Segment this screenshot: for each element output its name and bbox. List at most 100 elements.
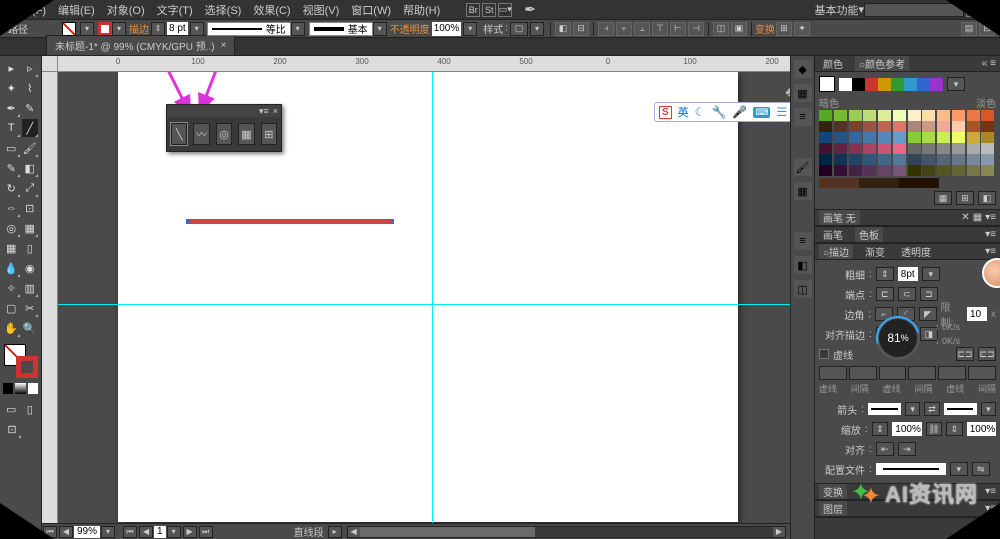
brush-preview[interactable]: 基本	[309, 22, 373, 36]
free-transform-tool[interactable]: ⊡	[22, 199, 39, 217]
style-dd[interactable]: ▾	[530, 22, 544, 36]
color-swatch[interactable]	[922, 165, 935, 176]
rectangle-tool[interactable]: ▭	[3, 139, 20, 157]
color-swatch[interactable]	[922, 110, 935, 121]
eraser-tool[interactable]: ◧	[22, 159, 39, 177]
guide-horizontal[interactable]	[58, 304, 790, 305]
canvas[interactable]: ▾≡× ╲ 〰 ◎ ▦ ⊞ S 英 ☾ 🔧	[58, 72, 790, 523]
color-mode-solid[interactable]	[3, 383, 13, 394]
color-swatch[interactable]	[917, 78, 930, 91]
color-swatch[interactable]	[863, 121, 876, 132]
color-swatch[interactable]	[834, 132, 847, 143]
vertical-ruler[interactable]	[42, 72, 58, 523]
screen-mode-menu[interactable]: ⊡	[3, 420, 21, 438]
arrow-swap[interactable]: ⇄	[924, 402, 939, 416]
color-swatch[interactable]	[863, 132, 876, 143]
opacity-field[interactable]: 100%	[432, 22, 462, 36]
menu-window[interactable]: 窗口(W)	[345, 2, 397, 18]
color-swatch[interactable]	[908, 132, 921, 143]
brush-slot-2[interactable]: 〰	[193, 123, 209, 145]
artboard-prev[interactable]: ◀	[139, 526, 153, 538]
color-swatch[interactable]	[834, 154, 847, 165]
scale2-field[interactable]: 100%	[967, 422, 996, 436]
artboard-field[interactable]: 1	[154, 526, 166, 538]
zoom-dd[interactable]: ▾	[101, 526, 115, 538]
zoom-indicator[interactable]: 81%	[876, 316, 920, 360]
color-swatch[interactable]	[849, 165, 862, 176]
ime-keyboard-icon[interactable]: ⌨	[753, 107, 770, 118]
color-swatch[interactable]	[878, 78, 891, 91]
align-btn-2[interactable]: ⊟	[573, 22, 589, 36]
h-scrollbar[interactable]: ◀ ▶	[347, 526, 786, 538]
align-btn-6[interactable]: ⊤	[652, 22, 668, 36]
ime-mic-icon[interactable]: 🎤	[732, 105, 747, 119]
panel-menu-icon[interactable]: ▾≡	[259, 106, 269, 117]
rotate-tool[interactable]: ↻	[3, 179, 20, 197]
scroll-thumb[interactable]	[360, 527, 535, 537]
color-swatch[interactable]	[819, 132, 832, 143]
color-swatch[interactable]	[834, 143, 847, 154]
shape-btn-1[interactable]: ◫	[713, 22, 729, 36]
color-swatch[interactable]	[908, 143, 921, 154]
workspace-switcher[interactable]: 基本功能	[814, 2, 858, 18]
panel-close-icon[interactable]: ×	[273, 106, 278, 116]
prev-btn[interactable]: ◀	[59, 526, 73, 538]
color-swatch[interactable]	[904, 78, 917, 91]
ime-toolbar[interactable]: S 英 ☾ 🔧 🎤 ⌨ ☰ 👕 🔧	[654, 102, 790, 122]
sw-menu[interactable]: ▾≡	[985, 229, 996, 240]
ime-wrench-icon[interactable]: 🔧	[711, 105, 726, 119]
color-swatch[interactable]	[834, 121, 847, 132]
screen-mode-1[interactable]: ▭	[3, 400, 20, 418]
color-swatch[interactable]	[878, 165, 891, 176]
panel-menu-icon[interactable]: ≡	[990, 58, 996, 69]
direct-select-tool[interactable]: ▹	[22, 59, 39, 77]
color-swatch[interactable]	[952, 165, 965, 176]
zoom-field[interactable]: 99%	[74, 526, 100, 538]
mesh-tool[interactable]: ▦	[3, 239, 20, 257]
curvature-tool[interactable]: ✎	[22, 99, 39, 117]
horizontal-ruler[interactable]: 0 100 200 300 400 500 0 100 200	[58, 56, 790, 72]
stock-button[interactable]: St	[482, 3, 496, 17]
scroll-left-icon[interactable]: ◀	[348, 527, 360, 537]
brush-slot-4[interactable]: ▦	[238, 123, 254, 145]
color-swatch[interactable]	[893, 121, 906, 132]
color-swatch[interactable]	[834, 165, 847, 176]
dash-mode-2[interactable]: ⊏⊐	[978, 347, 996, 361]
brush-slot-5[interactable]: ⊞	[261, 123, 277, 145]
color-mode-none[interactable]	[28, 383, 38, 394]
stroke-tab[interactable]: ○描边	[819, 244, 853, 259]
color-swatch[interactable]	[899, 178, 939, 188]
color-swatch[interactable]	[834, 110, 847, 121]
corner-bevel[interactable]: ◤	[919, 307, 937, 321]
profile-dd[interactable]: ▾	[291, 22, 305, 36]
miter-field[interactable]: 10	[967, 307, 987, 321]
guide-vertical[interactable]	[432, 72, 433, 523]
bridge-button[interactable]: Br	[466, 3, 480, 17]
shaper-tool[interactable]: ✎	[3, 159, 20, 177]
menu-effect[interactable]: 效果(C)	[247, 2, 296, 18]
color-swatch[interactable]	[937, 132, 950, 143]
color-swatch[interactable]	[967, 154, 980, 165]
dash-1[interactable]	[819, 366, 847, 380]
color-swatch[interactable]	[967, 132, 980, 143]
color-swatch[interactable]	[908, 121, 921, 132]
lasso-tool[interactable]: ⌇	[22, 79, 39, 97]
pen-tool[interactable]: ✒	[3, 99, 20, 117]
color-swatch[interactable]	[908, 154, 921, 165]
transform-tab[interactable]: 变换	[819, 484, 847, 499]
stroke-stepper[interactable]: ⇕	[151, 22, 165, 36]
align2-1[interactable]: ⇤	[876, 442, 894, 456]
strip-icon-1[interactable]: ◆	[794, 60, 812, 78]
color-swatch[interactable]	[967, 165, 980, 176]
arrow-end[interactable]	[944, 403, 977, 415]
profile-preview[interactable]: 等比	[207, 22, 291, 36]
arrow-start[interactable]	[868, 403, 901, 415]
mini-btn-1[interactable]: ✕	[961, 212, 969, 223]
color-swatch[interactable]	[819, 165, 832, 176]
color-swatch[interactable]	[930, 78, 943, 91]
stroke-swatch[interactable]	[98, 22, 112, 36]
color-guide-grid[interactable]	[819, 110, 996, 176]
tool-dd[interactable]: ▸	[328, 526, 342, 538]
cloud-icon[interactable]: ♣	[785, 84, 790, 99]
color-swatch[interactable]	[967, 121, 980, 132]
